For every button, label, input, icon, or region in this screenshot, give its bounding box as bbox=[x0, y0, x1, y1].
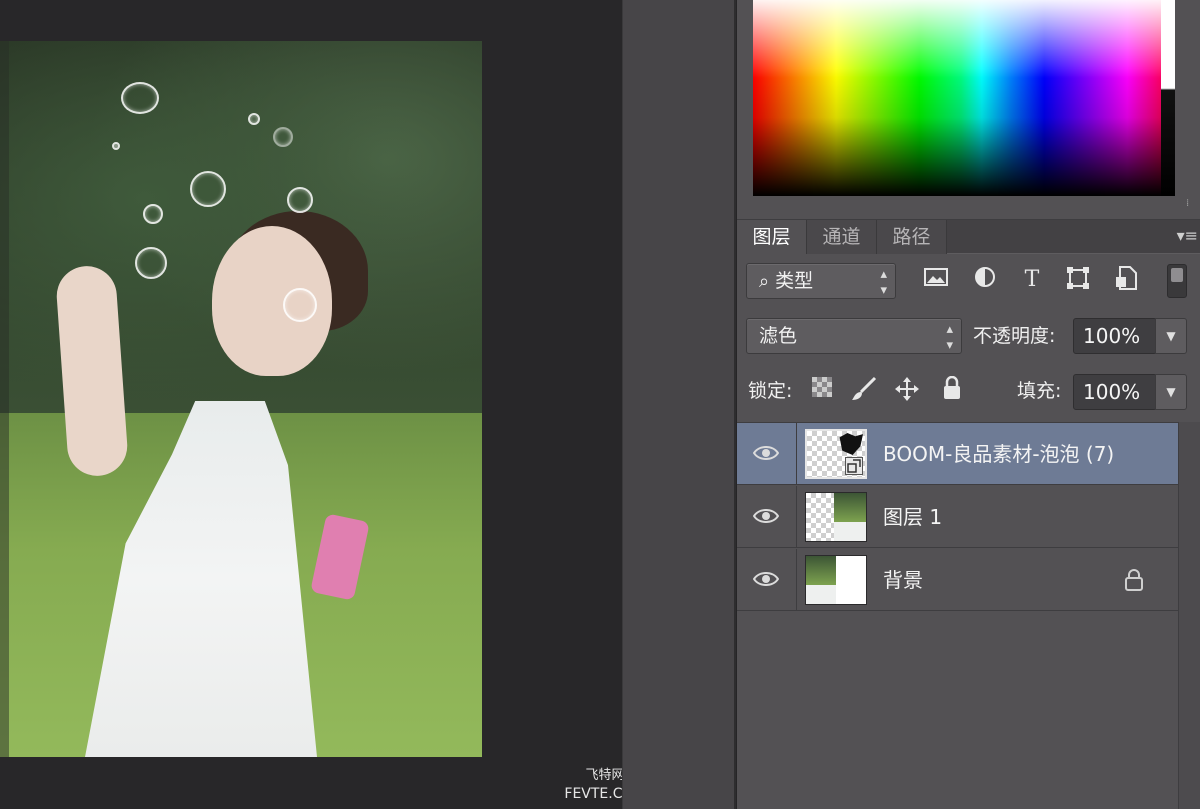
lock-label: 锁定: bbox=[748, 380, 793, 402]
updown-arrows-icon: ▴ ▾ bbox=[880, 267, 887, 298]
eye-icon[interactable] bbox=[753, 506, 779, 526]
lock-transparent-icon[interactable] bbox=[807, 376, 837, 406]
panel-dock-strip bbox=[622, 0, 736, 809]
layer-thumbnail bbox=[805, 555, 867, 605]
photo-image[interactable] bbox=[0, 41, 482, 757]
color-spectrum-highlight bbox=[753, 0, 1169, 79]
filter-toggle-switch[interactable] bbox=[1167, 264, 1187, 298]
tab-layers[interactable]: 图层 bbox=[737, 220, 807, 254]
photo-bubble bbox=[143, 204, 163, 224]
lock-icon bbox=[1125, 569, 1143, 591]
updown-arrows-icon: ▴ ▾ bbox=[946, 322, 953, 353]
panel-divider bbox=[737, 196, 1200, 220]
canvas-edge-strip bbox=[0, 41, 9, 757]
search-icon: ⌕ bbox=[759, 271, 770, 292]
layer-thumbnail-photo bbox=[834, 493, 866, 541]
lock-image-icon[interactable] bbox=[849, 376, 879, 406]
layer-row-layer1[interactable]: 图层 1 bbox=[737, 486, 1178, 548]
panel-grip-icon[interactable]: ⁞ bbox=[1186, 198, 1194, 212]
photo-bubble bbox=[248, 113, 260, 125]
photo-bubble bbox=[283, 288, 317, 322]
panel-menu-icon[interactable]: ▾≡ bbox=[1177, 226, 1198, 245]
layer-thumbnail bbox=[805, 429, 867, 479]
opacity-label: 不透明度: bbox=[973, 325, 1056, 347]
tab-paths[interactable]: 路径 bbox=[877, 220, 947, 254]
fill-input[interactable]: 100% bbox=[1073, 374, 1157, 410]
adjustment-filter-icon[interactable] bbox=[970, 266, 1000, 296]
photo-bubble bbox=[287, 187, 313, 213]
layer-name[interactable]: BOOM-良品素材-泡泡 (7) bbox=[883, 423, 1114, 485]
filter-kind-value: 类型 bbox=[775, 270, 814, 292]
eye-icon[interactable] bbox=[753, 569, 779, 589]
image-filter-icon[interactable] bbox=[921, 266, 951, 296]
visibility-column bbox=[737, 486, 797, 548]
shape-filter-icon[interactable] bbox=[1063, 266, 1093, 296]
opacity-dropdown-button[interactable]: ▼ bbox=[1155, 318, 1187, 354]
lock-all-icon[interactable] bbox=[937, 375, 967, 406]
layers-list: BOOM-良品素材-泡泡 (7) 图层 1 背景 bbox=[737, 422, 1200, 809]
opacity-input[interactable]: 100% bbox=[1073, 318, 1157, 354]
brightness-slider[interactable] bbox=[1161, 0, 1175, 196]
visibility-column bbox=[737, 549, 797, 611]
photo-bubble bbox=[112, 142, 120, 150]
layers-scrollbar[interactable] bbox=[1178, 422, 1200, 809]
photo-bubble bbox=[273, 127, 293, 147]
layer-thumbnail-bubbles-mark bbox=[839, 433, 863, 455]
filter-toggle-knob bbox=[1171, 268, 1183, 282]
filter-kind-select[interactable]: ⌕ 类型 ▴ ▾ bbox=[746, 263, 896, 299]
layer-name[interactable]: 背景 bbox=[883, 549, 923, 611]
document-canvas[interactable]: 飞特网 FEVTE.COM bbox=[0, 0, 646, 809]
tab-channels[interactable]: 通道 bbox=[807, 220, 877, 254]
right-panel: ⁞ 图层 通道 路径 ▾≡ ⌕ 类型 ▴ ▾ T 滤色 ▴ ▾ 不透明度: 10… bbox=[737, 0, 1200, 809]
visibility-column bbox=[737, 423, 797, 485]
layer-row-bubbles[interactable]: BOOM-良品素材-泡泡 (7) bbox=[737, 423, 1178, 485]
photo-bubble bbox=[135, 247, 167, 279]
layer-thumbnail bbox=[805, 492, 867, 542]
layer-thumbnail-photo bbox=[806, 556, 836, 604]
layers-panel-tabs: 图层 通道 路径 ▾≡ bbox=[737, 220, 1200, 254]
dock-edge bbox=[734, 0, 736, 809]
blend-mode-value: 滤色 bbox=[759, 325, 798, 347]
lock-position-icon[interactable] bbox=[892, 376, 922, 406]
photo-bubble bbox=[121, 82, 159, 114]
fill-label: 填充: bbox=[1017, 380, 1062, 402]
type-filter-icon[interactable]: T bbox=[1017, 265, 1047, 295]
photo-bubble bbox=[190, 171, 226, 207]
layer-row-background[interactable]: 背景 bbox=[737, 549, 1178, 611]
blend-mode-select[interactable]: 滤色 ▴ ▾ bbox=[746, 318, 962, 354]
smart-object-badge-icon bbox=[845, 457, 863, 475]
smart-object-filter-icon[interactable] bbox=[1111, 266, 1141, 296]
eye-icon[interactable] bbox=[753, 443, 779, 463]
color-spectrum-picker[interactable] bbox=[753, 0, 1170, 196]
fill-dropdown-button[interactable]: ▼ bbox=[1155, 374, 1187, 410]
layer-name[interactable]: 图层 1 bbox=[883, 486, 942, 548]
